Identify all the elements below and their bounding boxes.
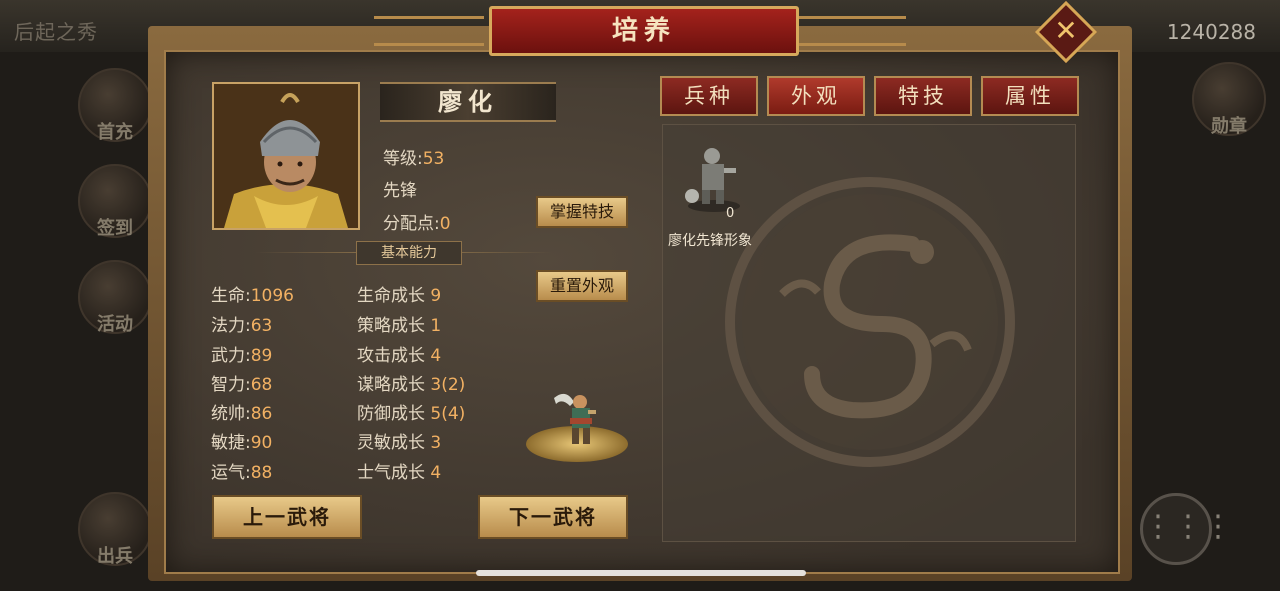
- reset-appearance-button[interactable]: 重置外观: [536, 270, 628, 302]
- role-text: 先锋: [383, 181, 417, 201]
- header-ornament-right: [796, 16, 906, 46]
- growth-label: 攻击成长: [357, 346, 425, 366]
- close-icon: ✕: [1054, 14, 1078, 47]
- appearance-count: 0: [726, 206, 735, 221]
- header-ornament-left: [374, 16, 484, 46]
- side-button-medal[interactable]: 勋章: [1192, 62, 1266, 137]
- tab-special-skill[interactable]: 特技: [874, 76, 972, 116]
- appearance-label: 廖化先锋形象: [668, 233, 752, 249]
- side-button-label: 活动: [97, 314, 133, 335]
- side-button-deploy[interactable]: 出兵: [78, 492, 152, 567]
- growth-row: 策略成长 1: [357, 311, 441, 336]
- growth-row: 生命成长 9: [357, 281, 441, 306]
- growth-value: 4: [430, 463, 442, 483]
- tab-unit-type[interactable]: 兵种: [660, 76, 758, 116]
- side-button-label: 出兵: [97, 546, 133, 567]
- tab-attributes[interactable]: 属性: [981, 76, 1079, 116]
- next-general-button[interactable]: 下一武将: [478, 495, 628, 539]
- growth-label: 灵敏成长: [357, 433, 425, 453]
- stat-label: 敏捷:: [211, 433, 251, 453]
- stat-label: 生命:: [211, 286, 251, 306]
- stat-row: 运气:88: [211, 458, 272, 483]
- growth-row: 士气成长 4: [357, 458, 441, 483]
- side-button-activity[interactable]: 活动: [78, 260, 152, 335]
- side-button-label: 勋章: [1211, 116, 1247, 137]
- growth-label: 防御成长: [357, 404, 425, 424]
- level-label: 等级:: [383, 149, 423, 169]
- stat-label: 运气:: [211, 463, 251, 483]
- side-button-label: 首充: [97, 122, 133, 143]
- growth-label: 士气成长: [357, 463, 425, 483]
- points-value: 0: [439, 214, 451, 234]
- general-name: 廖化: [380, 82, 556, 122]
- prev-general-button[interactable]: 上一武将: [212, 495, 362, 539]
- general-portrait: [212, 82, 360, 230]
- growth-label: 策略成长: [357, 316, 425, 336]
- growth-value: 9: [430, 286, 442, 306]
- menu-icon[interactable]: ⋮⋮⋮: [1140, 493, 1233, 565]
- growth-row: 灵敏成长 3: [357, 428, 441, 453]
- stat-value: 90: [250, 433, 273, 453]
- growth-row: 防御成长 5(4): [357, 399, 465, 424]
- background-title: 后起之秀: [14, 20, 98, 44]
- level-value: 53: [422, 149, 445, 169]
- stat-row: 智力:68: [211, 370, 272, 395]
- stat-row: 敏捷:90: [211, 428, 272, 453]
- growth-label: 谋略成长: [357, 375, 425, 395]
- section-title: 基本能力: [356, 241, 462, 265]
- growth-value: 3(2): [430, 375, 466, 395]
- stat-label: 法力:: [211, 316, 251, 336]
- level-row: 等级:53: [383, 144, 444, 169]
- growth-value: 3: [430, 433, 442, 453]
- stat-label: 智力:: [211, 375, 251, 395]
- stat-value: 88: [250, 463, 273, 483]
- warrior-sprite: [548, 388, 604, 450]
- side-button-checkin[interactable]: 签到: [78, 164, 152, 239]
- side-button-label: 签到: [97, 218, 133, 239]
- growth-value: 4: [430, 346, 442, 366]
- score-display: 1240288: [1166, 20, 1256, 44]
- stat-row: 统帅:86: [211, 399, 272, 424]
- points-label: 分配点:: [383, 214, 440, 234]
- home-indicator[interactable]: [476, 570, 806, 576]
- tab-appearance[interactable]: 外观: [767, 76, 865, 116]
- growth-label: 生命成长: [357, 286, 425, 306]
- stat-row: 法力:63: [211, 311, 272, 336]
- stat-value: 89: [250, 346, 273, 366]
- growth-value: 1: [430, 316, 442, 336]
- side-button-first-charge[interactable]: 首充: [78, 68, 152, 143]
- appearance-option[interactable]: [676, 140, 756, 220]
- stat-row: 生命:1096: [211, 281, 294, 306]
- stat-value: 86: [250, 404, 273, 424]
- stat-label: 统帅:: [211, 404, 251, 424]
- master-skill-button[interactable]: 掌握特技: [536, 196, 628, 228]
- dragon-emblem-icon: [722, 174, 1018, 470]
- growth-row: 谋略成长 3(2): [357, 370, 465, 395]
- growth-row: 攻击成长 4: [357, 341, 441, 366]
- dialog-title: 培养: [489, 6, 799, 56]
- growth-value: 5(4): [430, 404, 466, 424]
- stat-value: 63: [250, 316, 273, 336]
- stat-label: 武力:: [211, 346, 251, 366]
- stat-value: 1096: [250, 286, 294, 306]
- points-row: 分配点:0: [383, 209, 451, 234]
- stat-value: 68: [250, 375, 273, 395]
- stat-row: 武力:89: [211, 341, 272, 366]
